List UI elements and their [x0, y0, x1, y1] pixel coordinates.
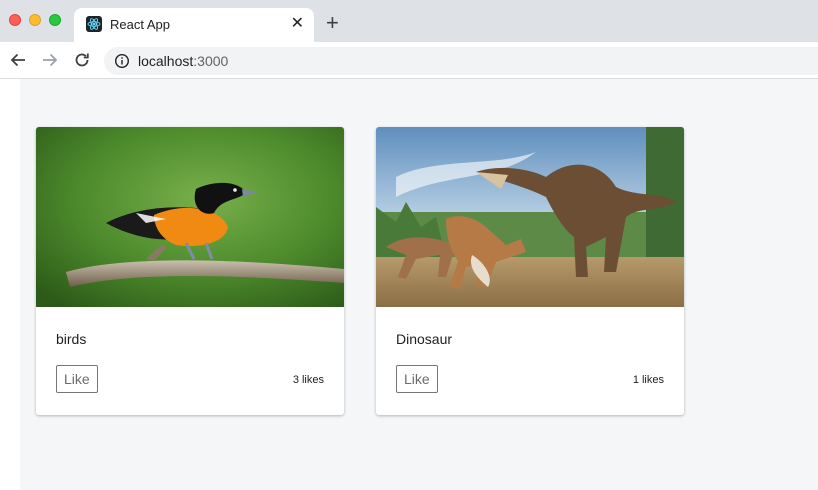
- likes-count: 3 likes: [292, 374, 324, 386]
- like-button[interactable]: Like: [56, 365, 98, 393]
- card-title: Dinosaur: [396, 331, 453, 347]
- forward-arrow-icon[interactable]: [38, 48, 62, 72]
- site-info-icon[interactable]: [114, 53, 130, 74]
- close-window-button[interactable]: [9, 14, 21, 26]
- url-port: :3000: [193, 53, 229, 69]
- maximize-window-button[interactable]: [49, 14, 61, 26]
- card-title: birds: [56, 331, 87, 347]
- browser-tab[interactable]: React App ✕: [74, 8, 314, 42]
- page-content: birds Like 3 likes Dinosaur Like 1 likes: [20, 79, 818, 490]
- url-text: localhost:3000: [138, 53, 228, 69]
- likes-count: 1 likes: [632, 374, 664, 386]
- post-card: Dinosaur Like 1 likes: [376, 127, 684, 415]
- new-tab-button[interactable]: +: [326, 12, 339, 34]
- tab-close-icon[interactable]: ✕: [291, 14, 304, 34]
- reload-icon[interactable]: [70, 48, 94, 72]
- react-logo-icon: [86, 16, 102, 32]
- post-card: birds Like 3 likes: [36, 127, 344, 415]
- like-button[interactable]: Like: [396, 365, 438, 393]
- tab-title: React App: [110, 17, 170, 32]
- address-bar[interactable]: localhost:3000: [104, 47, 818, 75]
- bird-photo: [36, 127, 344, 307]
- browser-tabstrip: React App ✕ +: [0, 0, 818, 42]
- back-arrow-icon[interactable]: [6, 48, 30, 72]
- browser-toolbar: localhost:3000: [0, 42, 818, 79]
- minimize-window-button[interactable]: [29, 14, 41, 26]
- dinosaur-illustration: [376, 127, 684, 307]
- url-host: localhost: [138, 53, 194, 69]
